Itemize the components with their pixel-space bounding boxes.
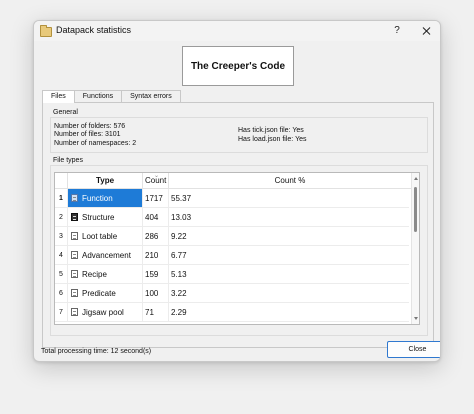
count-cell: 404 — [143, 208, 169, 227]
json-file-icon — [71, 308, 78, 316]
file-types-table: Type Count ⌄ Count % 1 Function 1717 55.… — [54, 172, 420, 325]
close-button[interactable]: Close — [387, 341, 440, 358]
count-cell: 1717 — [143, 189, 169, 208]
type-cell[interactable]: Function — [68, 189, 143, 208]
table-row[interactable]: 3 Loot table 286 9.22 — [55, 227, 409, 246]
type-cell[interactable]: Recipe — [68, 265, 143, 284]
percent-cell: 55.37 — [169, 189, 409, 208]
type-label: Recipe — [82, 270, 107, 279]
table-row[interactable]: 1 Function 1717 55.37 — [55, 189, 409, 208]
files-count: Number of files: 3101 — [54, 131, 121, 138]
type-label: Structure — [82, 213, 115, 222]
type-cell[interactable]: Structure — [68, 208, 143, 227]
scroll-down-icon[interactable] — [414, 317, 418, 320]
count-cell: 100 — [143, 284, 169, 303]
json-file-icon — [71, 232, 78, 240]
type-label: Predicate — [82, 289, 116, 298]
vertical-scrollbar[interactable] — [411, 173, 419, 324]
percent-cell: 13.03 — [169, 208, 409, 227]
row-number: 4 — [55, 246, 68, 265]
count-cell: 159 — [143, 265, 169, 284]
type-cell[interactable]: Loot table — [68, 227, 143, 246]
tab-bar: Files Functions Syntax errors — [42, 90, 181, 103]
row-number: 1 — [55, 189, 68, 208]
folders-count: Number of folders: 576 — [54, 123, 126, 130]
tick-json-status: Has tick.json file: Yes — [238, 127, 304, 134]
scrollbar-thumb[interactable] — [414, 187, 417, 232]
json-file-icon — [71, 251, 78, 259]
function-file-icon — [71, 194, 78, 202]
general-group-label: General — [53, 109, 78, 116]
datapack-statistics-dialog: Datapack statistics ? The Creeper's Code… — [33, 20, 441, 362]
percent-cell: 5.13 — [169, 265, 409, 284]
type-cell[interactable]: Advancement — [68, 246, 143, 265]
count-cell: 71 — [143, 303, 169, 322]
window-title: Datapack statistics — [56, 25, 132, 35]
type-label: Jigsaw pool — [82, 308, 124, 317]
type-label: Advancement — [82, 251, 131, 260]
table-row[interactable]: 6 Predicate 100 3.22 — [55, 284, 409, 303]
row-number: 5 — [55, 265, 68, 284]
type-cell[interactable]: Jigsaw pool — [68, 303, 143, 322]
json-file-icon — [71, 270, 78, 278]
structure-file-icon — [71, 213, 78, 221]
tab-syntax-errors[interactable]: Syntax errors — [121, 90, 181, 102]
table-row[interactable]: 2 Structure 404 13.03 — [55, 208, 409, 227]
row-number: 7 — [55, 303, 68, 322]
type-label: Function — [82, 194, 113, 203]
logo-text: The Creeper's Code — [190, 60, 286, 72]
row-number: 3 — [55, 227, 68, 246]
percent-cell: 6.77 — [169, 246, 409, 265]
scroll-up-icon[interactable] — [414, 177, 418, 180]
row-number: 6 — [55, 284, 68, 303]
type-column-header[interactable]: Type — [68, 173, 143, 189]
table-row[interactable]: 5 Recipe 159 5.13 — [55, 265, 409, 284]
type-cell[interactable]: Predicate — [68, 284, 143, 303]
tab-functions[interactable]: Functions — [73, 90, 123, 102]
table-row[interactable]: 4 Advancement 210 6.77 — [55, 246, 409, 265]
load-json-status: Has load.json file: Yes — [238, 136, 307, 143]
count-percent-column-header[interactable]: Count % — [169, 173, 411, 189]
type-label: Loot table — [82, 232, 118, 241]
close-icon[interactable] — [418, 23, 434, 39]
json-file-icon — [71, 289, 78, 297]
folder-icon — [40, 25, 52, 37]
title-bar: Datapack statistics ? — [34, 21, 440, 41]
sort-indicator-icon: ⌄ — [154, 173, 160, 179]
count-cell: 286 — [143, 227, 169, 246]
namespaces-count: Number of namespaces: 2 — [54, 140, 137, 147]
percent-cell: 9.22 — [169, 227, 409, 246]
row-number-header — [55, 173, 68, 189]
help-button[interactable]: ? — [389, 23, 405, 39]
file-types-group-label: File types — [53, 157, 83, 164]
row-number: 2 — [55, 208, 68, 227]
percent-cell: 2.29 — [169, 303, 409, 322]
percent-cell: 3.22 — [169, 284, 409, 303]
datapack-logo: The Creeper's Code — [182, 46, 294, 86]
count-cell: 210 — [143, 246, 169, 265]
processing-time: Total processing time: 12 second(s) — [41, 348, 152, 355]
tab-files[interactable]: Files — [42, 90, 75, 103]
table-row[interactable]: 7 Jigsaw pool 71 2.29 — [55, 303, 409, 322]
